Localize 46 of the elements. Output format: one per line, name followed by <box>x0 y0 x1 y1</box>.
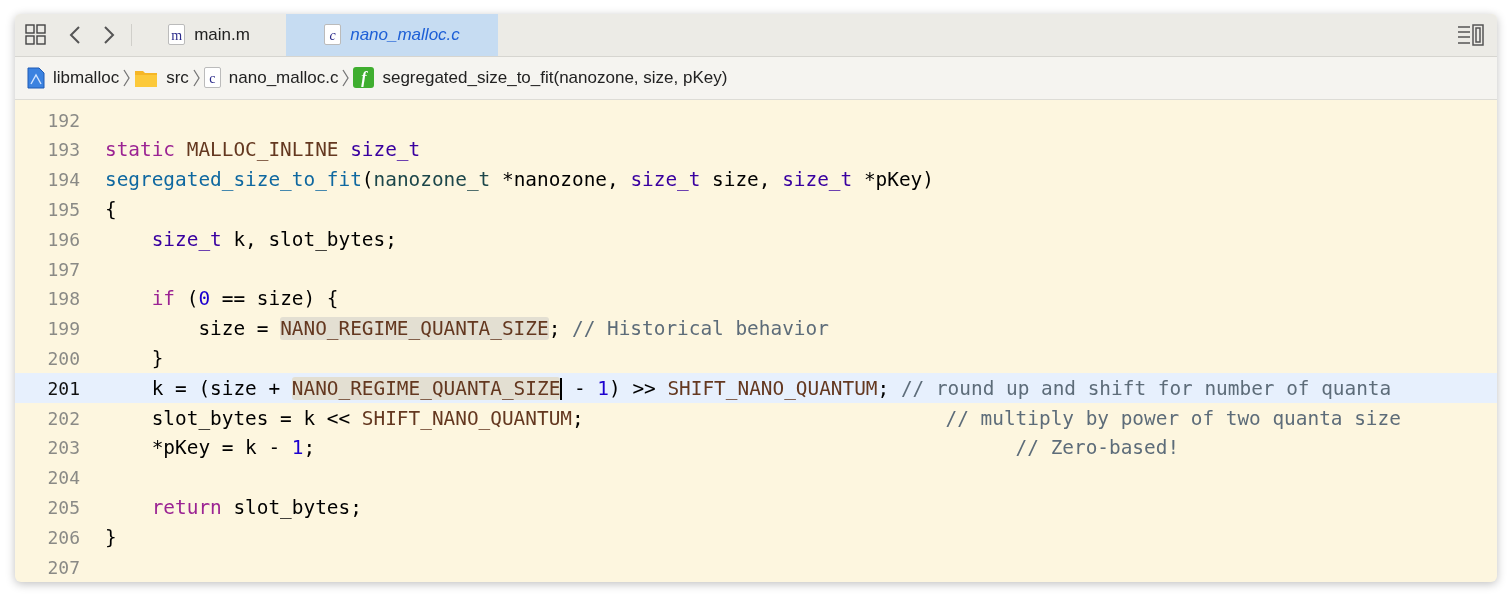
breadcrumb-item[interactable]: nano_malloc.c <box>228 65 339 91</box>
file-icon: c <box>203 67 221 89</box>
code-line: } <box>150 345 164 372</box>
line-number: 206 <box>46 525 80 550</box>
editor-tab[interactable]: m main.m <box>132 14 286 56</box>
project-icon <box>27 66 45 89</box>
line-number: 197 <box>46 257 80 282</box>
chevron-icon <box>122 67 132 88</box>
editor-options-icon[interactable] <box>1457 23 1485 46</box>
code-line: { <box>105 197 117 223</box>
line-number: 194 <box>46 168 80 193</box>
code-line: k = (size + NANO_REGIME_QUANTA_SIZE - 1) >> SHIFT_NANO_QUANTUM; // round up and shift for number of quanta <box>150 375 1392 403</box>
code-line: static MALLOC_INLINE size_t <box>105 137 421 164</box>
line-number: 198 <box>46 287 80 312</box>
code-line: segregated_size_to_fit(nanozone_t *nanozone, size_t size, size_t *pKey) <box>105 167 934 194</box>
code-line: return slot_bytes; <box>150 494 362 521</box>
line-number: 192 <box>46 108 80 133</box>
line-number: 205 <box>46 496 80 520</box>
forward-icon[interactable] <box>103 24 115 45</box>
line-number: 204 <box>46 466 80 491</box>
line-number: 200 <box>46 347 80 371</box>
file-icon: m <box>168 24 186 46</box>
code-line: *pKey = k - 1; // Zero-based! <box>150 435 1180 462</box>
line-number: 203 <box>46 436 80 461</box>
chevron-icon <box>341 67 351 88</box>
grid-icon[interactable] <box>25 23 47 46</box>
line-number: 199 <box>46 317 80 342</box>
line-number: 202 <box>46 406 80 431</box>
editor-tab[interactable]: c nano_malloc.c <box>286 14 498 56</box>
line-number: 196 <box>46 227 80 252</box>
back-icon[interactable] <box>69 24 81 45</box>
function-icon: f <box>353 67 375 89</box>
code-line: if (0 == size) { <box>150 286 339 313</box>
code-line: size = NANO_REGIME_QUANTA_SIZE; // Historical behavior <box>197 316 829 343</box>
code-line: slot_bytes = k << SHIFT_NANO_QUANTUM; // multiply by power of two quanta size <box>150 405 1401 432</box>
breadcrumb-item[interactable]: libmalloc <box>53 65 120 91</box>
file-icon: c <box>324 24 342 46</box>
code-line: } <box>105 524 117 551</box>
breadcrumb-item[interactable]: src <box>166 65 189 91</box>
line-number: 195 <box>46 198 80 223</box>
code-line: size_t k, slot_bytes; <box>150 226 397 253</box>
breadcrumb-item[interactable]: segregated_size_to_fit(nanozone, size, pKey) <box>382 65 728 91</box>
line-number: 207 <box>46 555 80 580</box>
line-number: 193 <box>46 138 80 163</box>
chevron-icon <box>191 67 201 88</box>
line-number: 201 <box>46 376 80 401</box>
